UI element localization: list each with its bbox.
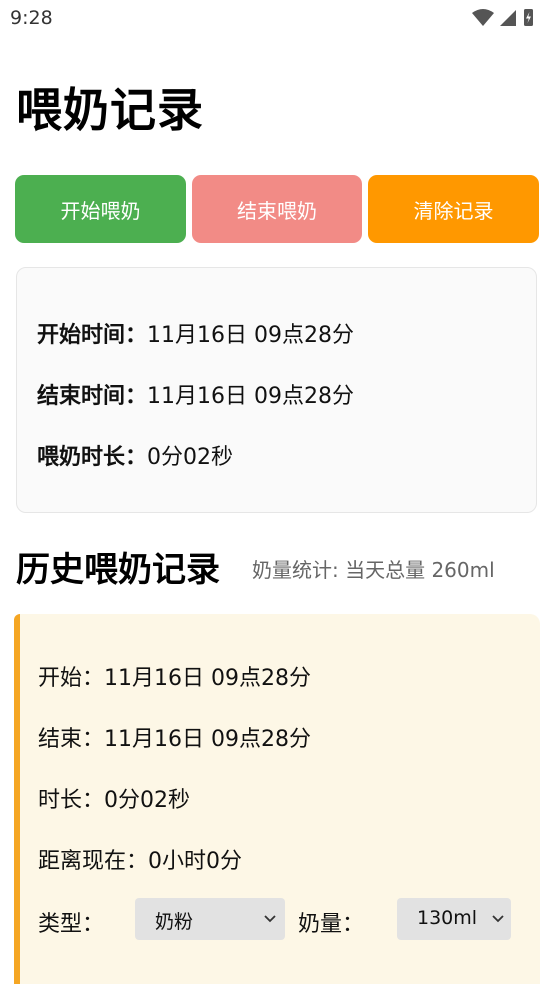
page-title: 喂奶记录 [16,83,204,137]
history-title: 历史喂奶记录 [16,550,220,590]
signal-icon [500,10,516,26]
clear-records-button[interactable]: 清除记录 [368,175,539,243]
current-start-label: 开始时间： [37,323,148,348]
history-record-card: 开始：11月16日 09点28分 结束：11月16日 09点28分 时长：0分0… [14,614,540,984]
current-duration-row: 喂奶时长：0分02秒 [37,439,233,471]
record-start: 开始：11月16日 09点28分 [38,666,311,691]
record-duration: 时长：0分02秒 [38,788,190,813]
milk-amount-select[interactable]: 130ml [397,898,511,940]
chevron-down-icon [264,915,276,923]
record-end: 结束：11月16日 09点28分 [38,727,311,752]
current-start-row: 开始时间：11月16日 09点28分 [37,317,354,349]
wifi-icon [472,9,494,26]
current-feeding-card: 开始时间：11月16日 09点28分 结束时间：11月16日 09点28分 喂奶… [16,267,537,513]
milk-type-value: 奶粉 [155,911,194,933]
current-end-label: 结束时间： [37,384,148,409]
milk-type-select[interactable]: 奶粉 [135,898,285,940]
status-bar: 9:28 [0,0,554,38]
record-amount-label: 奶量： [298,912,365,937]
end-feeding-button[interactable]: 结束喂奶 [192,175,362,243]
record-since: 距离现在：0小时0分 [38,849,242,874]
current-duration-label: 喂奶时长： [37,445,148,470]
chevron-down-icon [492,915,504,923]
current-duration-value: 0分02秒 [147,445,234,470]
status-time: 9:28 [10,7,53,29]
record-type-label: 类型： [38,912,105,937]
milk-amount-value: 130ml [417,907,478,929]
current-end-value: 11月16日 09点28分 [147,384,354,409]
status-icons [472,9,533,26]
daily-stats: 奶量统计: 当天总量 260ml [252,558,495,582]
current-end-row: 结束时间：11月16日 09点28分 [37,378,354,410]
start-feeding-button[interactable]: 开始喂奶 [15,175,186,243]
current-start-value: 11月16日 09点28分 [147,323,354,348]
